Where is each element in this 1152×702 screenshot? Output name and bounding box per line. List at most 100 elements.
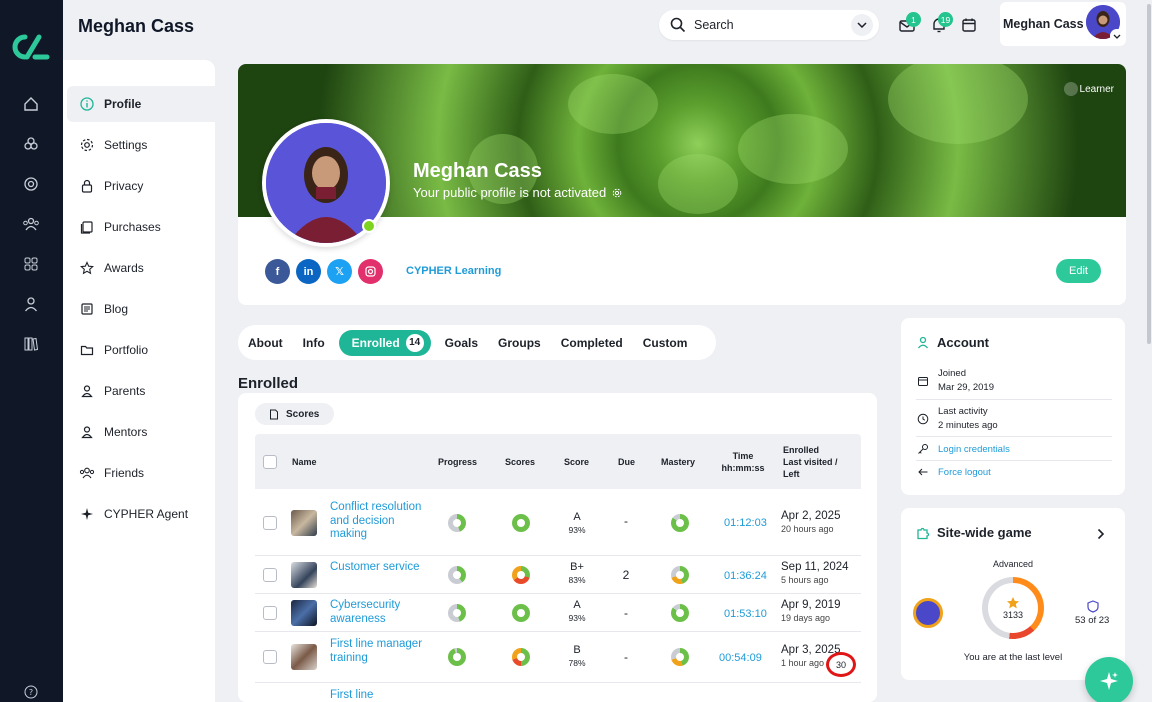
gear-icon bbox=[79, 137, 95, 153]
row-checkbox[interactable] bbox=[263, 650, 277, 664]
star-icon bbox=[1007, 597, 1019, 609]
online-status-dot bbox=[362, 219, 376, 233]
organization-link[interactable]: CYPHER Learning bbox=[406, 265, 501, 277]
scores-chart bbox=[512, 566, 530, 584]
last-visited: Apr 2, 2025 20 hours ago bbox=[781, 510, 841, 534]
course-thumbnail bbox=[291, 510, 317, 536]
row-checkbox[interactable] bbox=[263, 606, 277, 620]
scores-button[interactable]: Scores bbox=[255, 403, 334, 425]
table-row[interactable]: Cybersecurity awareness A 93% - 01:53:10 … bbox=[255, 594, 861, 632]
sidebar-item-label: Portfolio bbox=[104, 343, 149, 357]
sidebar-item-friends[interactable]: Friends bbox=[67, 455, 215, 491]
course-link[interactable]: Cybersecurity awareness bbox=[330, 599, 425, 626]
course-link[interactable]: Conflict resolution and decision making bbox=[330, 501, 425, 542]
person-icon bbox=[79, 424, 95, 440]
profile-tabs: About Info Enrolled 14 Goals Groups Compl… bbox=[238, 325, 716, 360]
tab-groups[interactable]: Groups bbox=[498, 336, 541, 350]
col-scores[interactable]: Scores bbox=[505, 457, 535, 467]
chevron-right-icon[interactable] bbox=[1097, 528, 1105, 540]
tab-goals[interactable]: Goals bbox=[445, 336, 478, 350]
tab-info[interactable]: Info bbox=[303, 336, 325, 350]
user-menu[interactable]: Meghan Cass bbox=[1000, 2, 1126, 46]
sidebar-item-label: Friends bbox=[104, 466, 145, 480]
shield-icon bbox=[1087, 600, 1099, 613]
col-time[interactable]: Time hh:mm:ss bbox=[718, 450, 768, 474]
force-logout-link[interactable]: Force logout bbox=[938, 467, 991, 478]
sidebar-item-portfolio[interactable]: Portfolio bbox=[67, 332, 215, 368]
search-scope-dropdown[interactable] bbox=[851, 14, 873, 36]
course-link[interactable]: First line bbox=[330, 689, 425, 702]
col-name[interactable]: Name bbox=[292, 457, 317, 467]
row-checkbox[interactable] bbox=[263, 516, 277, 530]
chevron-down-icon bbox=[857, 22, 867, 28]
target-icon[interactable] bbox=[19, 172, 43, 196]
sidebar-item-settings[interactable]: Settings bbox=[67, 127, 215, 163]
page-scrollbar[interactable] bbox=[1146, 0, 1152, 702]
user-icon[interactable] bbox=[19, 292, 43, 316]
table-row[interactable]: Conflict resolution and decision making … bbox=[255, 489, 861, 556]
tab-about[interactable]: About bbox=[248, 336, 283, 350]
cypher-logo[interactable] bbox=[9, 30, 53, 64]
apps-icon[interactable] bbox=[19, 252, 43, 276]
sidebar-item-profile[interactable]: Profile bbox=[67, 86, 215, 122]
select-all-checkbox[interactable] bbox=[263, 455, 277, 469]
col-due[interactable]: Due bbox=[618, 457, 635, 467]
profile-status: Your public profile is not activated bbox=[413, 185, 622, 200]
col-mastery[interactable]: Mastery bbox=[661, 457, 695, 467]
sidebar-item-parents[interactable]: Parents bbox=[67, 373, 215, 409]
gear-icon[interactable] bbox=[612, 188, 622, 198]
instagram-icon[interactable] bbox=[358, 259, 383, 284]
time-value[interactable]: 01:53:10 bbox=[724, 608, 767, 620]
due-value: 2 bbox=[622, 568, 630, 582]
course-link[interactable]: Customer service bbox=[330, 561, 425, 575]
x-icon[interactable]: 𝕏 bbox=[327, 259, 352, 284]
mastery-chart bbox=[671, 566, 689, 584]
time-value[interactable]: 00:54:09 bbox=[719, 652, 762, 664]
mastery-chart bbox=[671, 514, 689, 532]
facebook-icon[interactable]: f bbox=[265, 259, 290, 284]
profile-name: Meghan Cass bbox=[413, 160, 542, 182]
sidebar-item-awards[interactable]: Awards bbox=[67, 250, 215, 286]
home-icon[interactable] bbox=[19, 92, 43, 116]
col-enrolled[interactable]: Enrolled Last visited / Left bbox=[783, 444, 838, 480]
time-value[interactable]: 01:12:03 bbox=[724, 517, 767, 529]
sidebar-item-blog[interactable]: Blog bbox=[67, 291, 215, 327]
search-bar[interactable]: Search bbox=[659, 10, 879, 40]
col-score[interactable]: Score bbox=[564, 457, 589, 467]
search-input[interactable]: Search bbox=[694, 18, 734, 32]
tab-custom[interactable]: Custom bbox=[643, 336, 688, 350]
sidebar-item-privacy[interactable]: Privacy bbox=[67, 168, 215, 204]
tab-completed[interactable]: Completed bbox=[561, 336, 623, 350]
account-title: Account bbox=[937, 335, 989, 350]
ai-assistant-button[interactable] bbox=[1085, 657, 1133, 702]
arrow-left-icon bbox=[918, 468, 928, 476]
progress-chart bbox=[448, 648, 466, 666]
clock-icon bbox=[917, 413, 929, 425]
people-icon[interactable] bbox=[19, 212, 43, 236]
library-icon[interactable] bbox=[19, 332, 43, 356]
col-progress[interactable]: Progress bbox=[438, 457, 477, 467]
table-row[interactable]: Customer service B+ 83% 2 01:36:24 Sep 11… bbox=[255, 556, 861, 594]
avatar bbox=[913, 598, 943, 628]
sidebar-item-mentors[interactable]: Mentors bbox=[67, 414, 215, 450]
table-row[interactable]: First line manager training B 78% - 00:54… bbox=[255, 632, 861, 683]
key-icon bbox=[918, 444, 928, 454]
course-thumbnail bbox=[291, 562, 317, 588]
profile-card: Learner Meghan Cass Your public profile … bbox=[238, 64, 1126, 305]
time-value[interactable]: 01:36:24 bbox=[724, 570, 767, 582]
person-icon bbox=[917, 336, 929, 349]
lock-icon bbox=[79, 178, 95, 194]
score-value: A 93% bbox=[568, 511, 586, 535]
tab-enrolled[interactable]: Enrolled 14 bbox=[338, 329, 431, 356]
calendar-icon[interactable] bbox=[960, 16, 978, 34]
linkedin-icon[interactable]: in bbox=[296, 259, 321, 284]
sidebar-item-purchases[interactable]: Purchases bbox=[67, 209, 215, 245]
sidebar-item-cypher-agent[interactable]: CYPHER Agent bbox=[67, 496, 215, 532]
login-credentials-link[interactable]: Login credentials bbox=[938, 444, 1010, 455]
chevron-down-icon[interactable] bbox=[1110, 29, 1124, 43]
catalog-icon[interactable] bbox=[19, 132, 43, 156]
course-link[interactable]: First line manager training bbox=[330, 638, 425, 665]
row-checkbox[interactable] bbox=[263, 568, 277, 582]
edit-button[interactable]: Edit bbox=[1056, 259, 1101, 283]
help-icon[interactable]: ? bbox=[19, 680, 43, 702]
